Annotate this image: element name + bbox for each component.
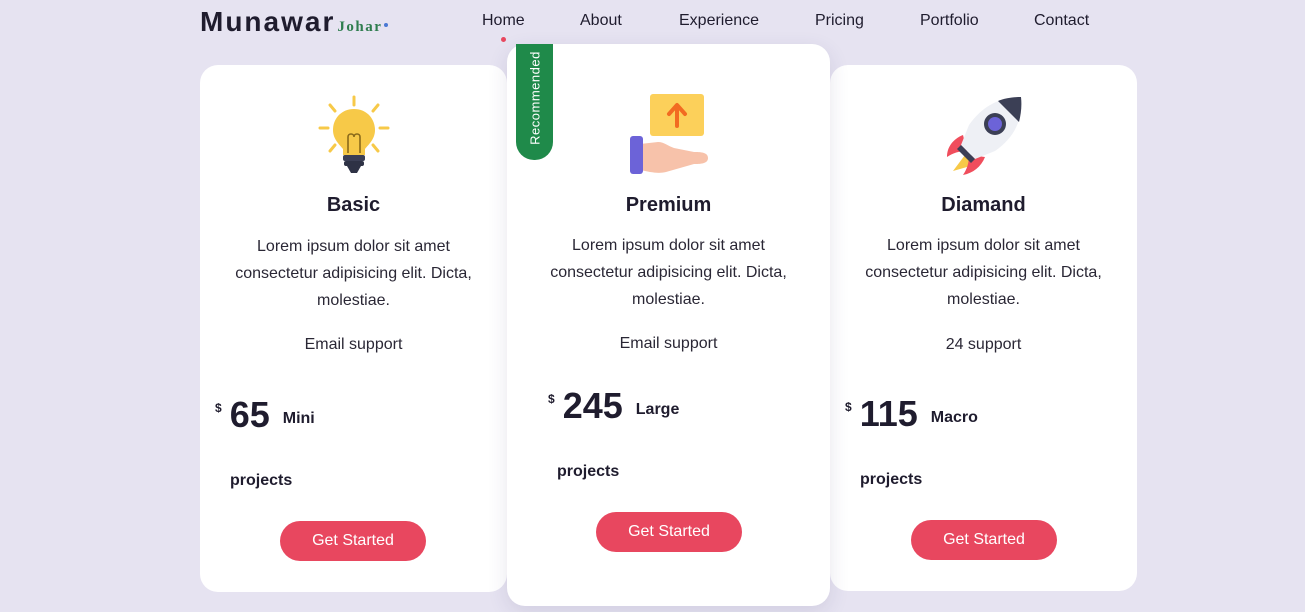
currency-symbol: $ [548, 392, 555, 406]
nav-home[interactable]: Home [482, 12, 525, 42]
site-header: Munawar Johar Home About Experience Pric… [0, 0, 1305, 44]
plan-title: Diamand [941, 194, 1026, 216]
hand-upload-box-icon [507, 92, 830, 176]
price-amount: 115 [859, 393, 918, 434]
plan-title: Basic [326, 194, 381, 216]
pricing-card-diamand: Diamand Lorem ipsum dolor sit amet conse… [830, 65, 1137, 591]
currency-symbol: $ [215, 401, 222, 415]
nav-contact[interactable]: Contact [1034, 12, 1089, 30]
nav-pricing[interactable]: Pricing [815, 12, 864, 30]
rocket-icon [830, 95, 1137, 177]
plan-price: $ 245 Large [548, 388, 679, 424]
plan-title: Premium [625, 194, 712, 216]
plan-description: Lorem ipsum dolor sit amet consectetur a… [235, 238, 472, 309]
get-started-button[interactable]: Get Started [911, 520, 1057, 560]
plan-unit: projects [860, 471, 923, 488]
get-started-button[interactable]: Get Started [280, 521, 426, 561]
plan-description: Lorem ipsum dolor sit amet consectetur a… [865, 237, 1102, 308]
nav-experience[interactable]: Experience [679, 12, 759, 30]
nav-about[interactable]: About [580, 12, 622, 30]
plan-size: Large [635, 401, 680, 418]
get-started-button[interactable]: Get Started [596, 512, 742, 552]
price-amount: 65 [229, 394, 270, 435]
plan-support: 24 support [945, 336, 1022, 353]
plan-support: Email support [619, 335, 718, 352]
main-nav: Home About Experience Pricing Portfolio … [0, 12, 1305, 42]
plan-price: $ 65 Mini [215, 397, 315, 433]
pricing-card-premium: Recommended Premium Lorem ipsum dolor si… [507, 44, 830, 606]
pricing-card-basic: Basic Lorem ipsum dolor sit amet consect… [200, 65, 507, 592]
nav-portfolio[interactable]: Portfolio [920, 12, 979, 30]
plan-support: Email support [304, 336, 403, 353]
plan-unit: projects [557, 463, 620, 480]
plan-size: Mini [282, 410, 315, 427]
plan-unit: projects [230, 472, 293, 489]
plan-description: Lorem ipsum dolor sit amet consectetur a… [550, 237, 787, 308]
plan-size: Macro [930, 409, 978, 426]
currency-symbol: $ [845, 400, 852, 414]
lightbulb-icon [200, 95, 507, 177]
plan-price: $ 115 Macro [845, 396, 978, 432]
price-amount: 245 [562, 385, 623, 426]
